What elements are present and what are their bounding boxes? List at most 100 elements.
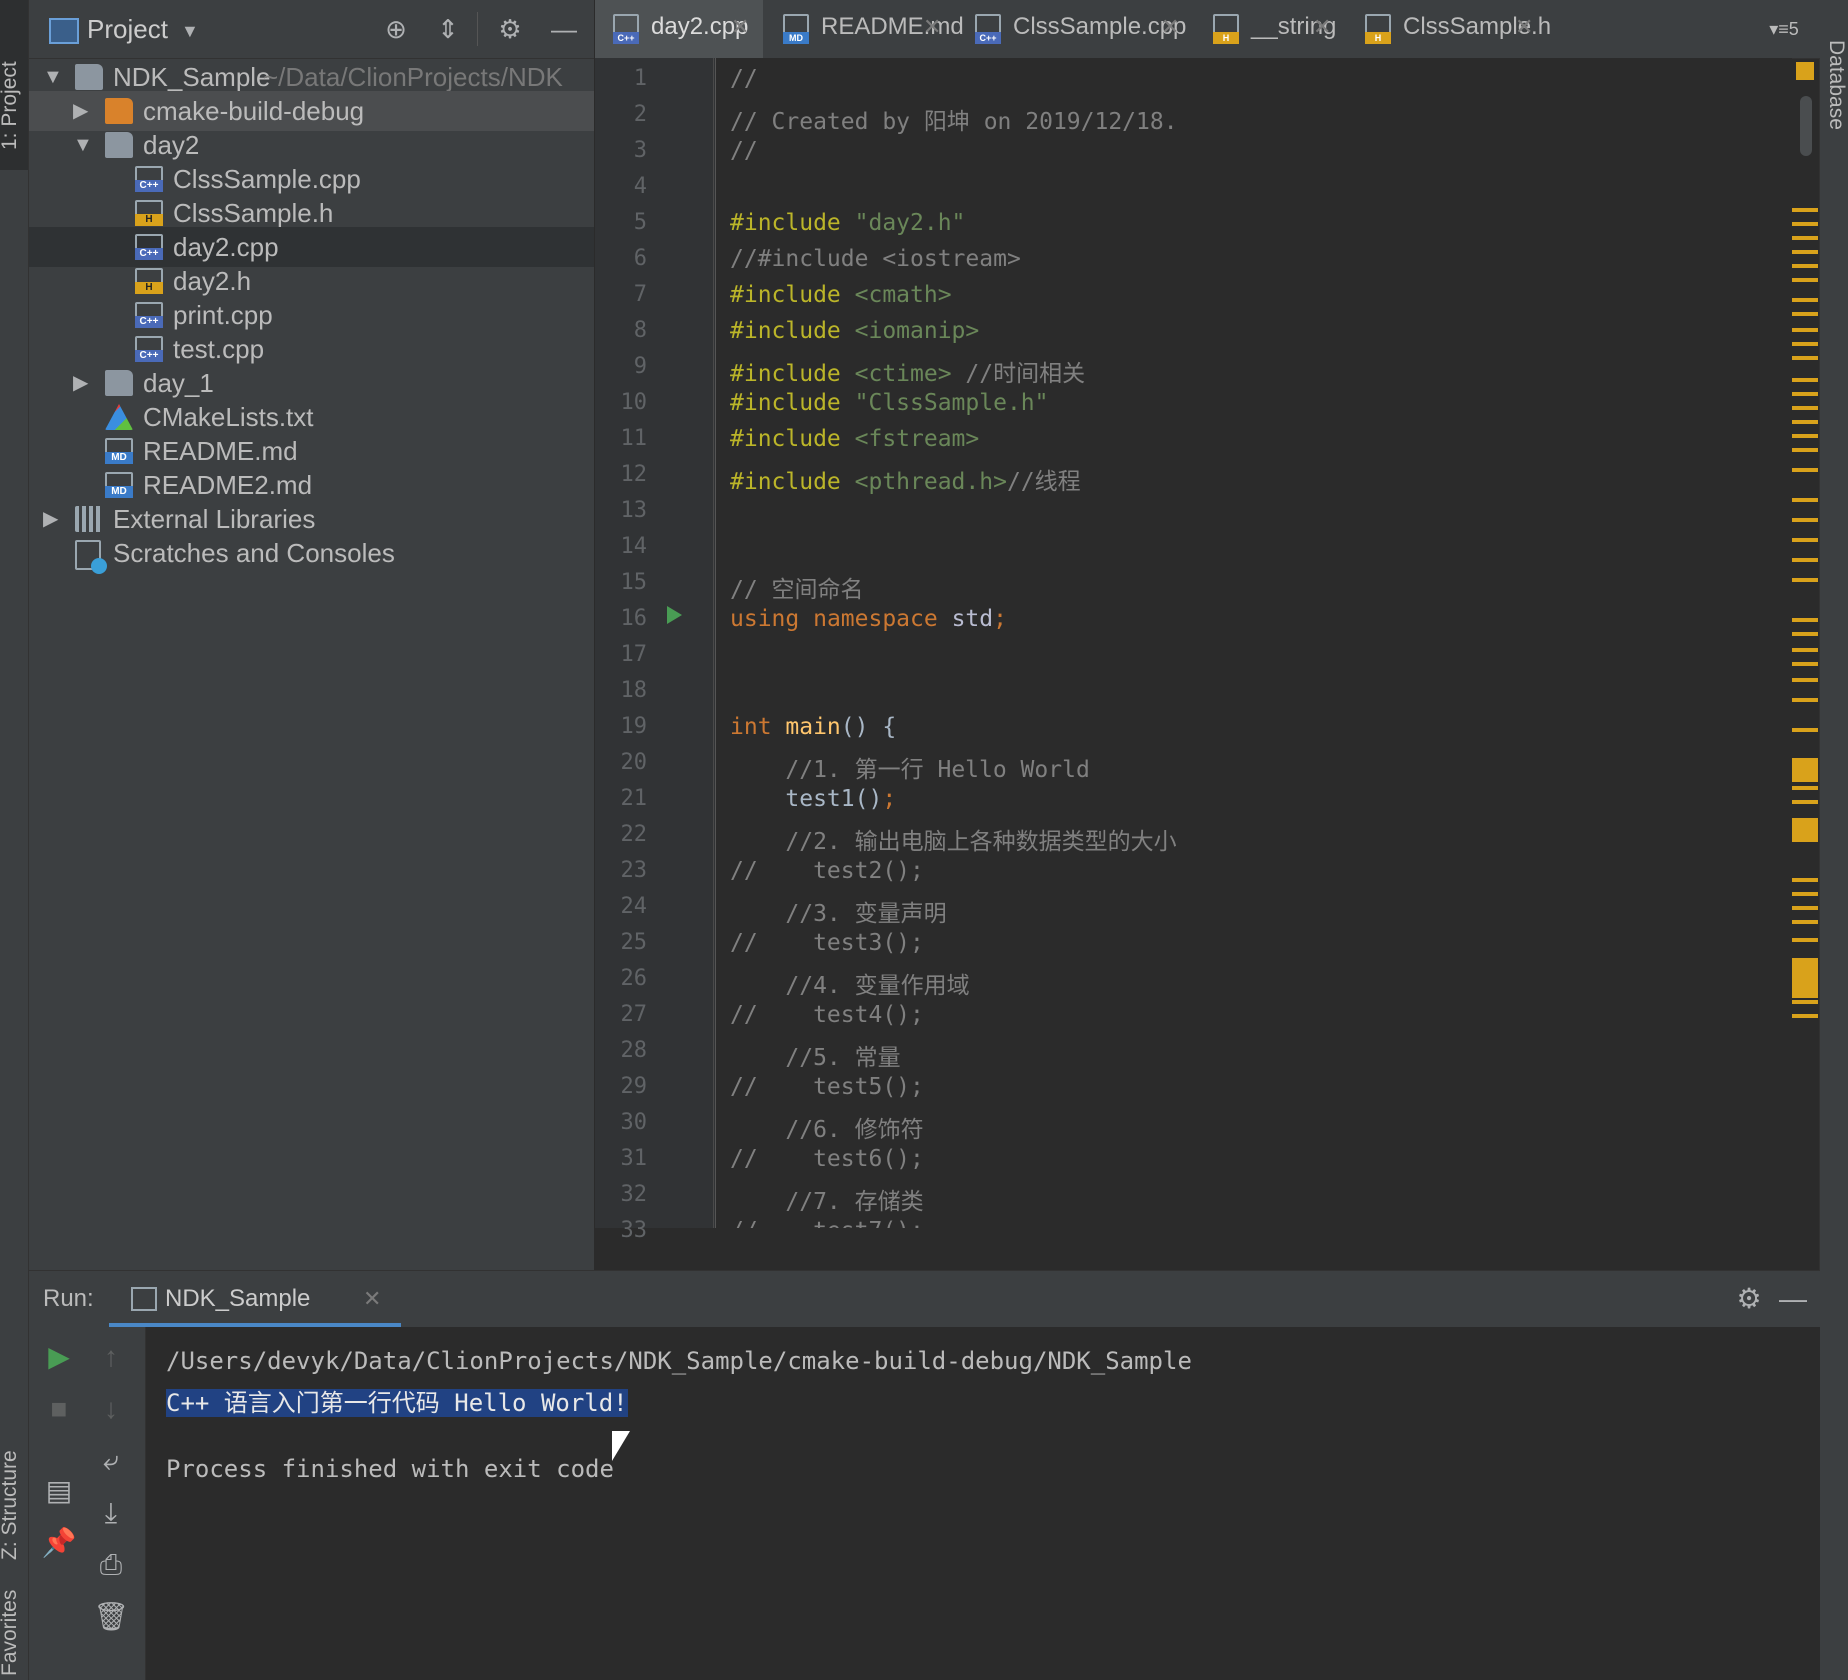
code-line[interactable]: test1(); [730, 786, 896, 812]
code-line[interactable]: #include <pthread.h>//线程 [730, 462, 1081, 496]
code-editor[interactable]: //// Created by 阳坤 on 2019/12/18.//#incl… [716, 58, 1792, 1228]
warning-mark[interactable] [1792, 892, 1818, 896]
warning-mark[interactable] [1792, 342, 1818, 346]
code-line[interactable]: // Created by 阳坤 on 2019/12/18. [730, 102, 1178, 136]
error-stripe[interactable] [1788, 58, 1818, 1228]
code-line[interactable]: #include "day2.h" [730, 210, 965, 236]
editor-tab[interactable]: MD README.md ✕ [765, 0, 964, 58]
warning-mark[interactable] [1792, 920, 1818, 924]
warning-mark[interactable] [1792, 328, 1818, 332]
warning-mark[interactable] [1792, 298, 1818, 302]
locate-icon[interactable]: ⊕ [381, 14, 411, 44]
warning-mark[interactable] [1792, 278, 1818, 282]
warning-mark[interactable] [1792, 250, 1818, 254]
warning-mark[interactable] [1792, 906, 1818, 910]
warning-mark[interactable] [1792, 222, 1818, 226]
code-line[interactable]: // test3(); [730, 930, 924, 956]
warning-mark[interactable] [1792, 538, 1818, 542]
layout-icon[interactable]: ▤ [39, 1471, 79, 1511]
favorites-tool-label[interactable]: Favorites [0, 1590, 22, 1676]
project-tool-tab[interactable]: 1: Project [0, 0, 28, 170]
warning-mark[interactable] [1792, 498, 1818, 502]
warning-mark[interactable] [1792, 1000, 1818, 1004]
scroll-thumb[interactable] [1800, 96, 1812, 156]
warning-mark[interactable] [1792, 406, 1818, 410]
warning-mark[interactable] [1792, 786, 1818, 790]
scroll-to-end-icon[interactable]: ⤓ [91, 1493, 131, 1533]
print-icon[interactable]: ⎙ [91, 1545, 131, 1585]
warning-mark[interactable] [1792, 468, 1818, 472]
code-line[interactable]: //2. 输出电脑上各种数据类型的大小 [730, 822, 1176, 856]
code-line[interactable]: #include <ctime> //时间相关 [730, 354, 1085, 388]
warning-mark[interactable] [1792, 578, 1818, 582]
soft-wrap-icon[interactable]: ⤶ [91, 1441, 131, 1481]
chevron-down-icon[interactable]: ▼ [181, 0, 199, 62]
run-console[interactable]: /Users/devyk/Data/ClionProjects/NDK_Samp… [146, 1327, 1820, 1680]
warning-mark[interactable] [1792, 958, 1818, 998]
warning-status-icon[interactable] [1796, 62, 1814, 80]
warning-mark[interactable] [1792, 236, 1818, 240]
pin-icon[interactable]: 📌 [39, 1523, 79, 1563]
arrow-up-icon[interactable]: ↑ [91, 1337, 131, 1377]
editor-tab[interactable]: H __string ✕ [1195, 0, 1345, 58]
code-line[interactable]: //5. 常量 [730, 1038, 900, 1072]
code-line[interactable]: //4. 变量作用域 [730, 966, 969, 1000]
code-line[interactable]: #include <iomanip> [730, 318, 979, 344]
code-line[interactable]: //7. 存储类 [730, 1182, 923, 1216]
code-line[interactable]: // test7(); [730, 1218, 924, 1228]
code-line[interactable]: using namespace std; [730, 606, 1007, 632]
warning-mark[interactable] [1792, 434, 1818, 438]
code-line[interactable]: // [730, 66, 758, 92]
code-line[interactable]: // test4(); [730, 1002, 924, 1028]
code-line[interactable]: // [730, 138, 758, 164]
code-line[interactable]: // test2(); [730, 858, 924, 884]
tab-overflow-button[interactable]: ▾≡5 [1748, 0, 1820, 58]
warning-mark[interactable] [1792, 818, 1818, 840]
close-icon[interactable]: ✕ [1161, 0, 1179, 54]
warning-mark[interactable] [1792, 264, 1818, 268]
close-icon[interactable]: ✕ [923, 0, 941, 54]
warning-mark[interactable] [1792, 518, 1818, 522]
gear-icon[interactable]: ⚙ [1729, 1279, 1769, 1319]
minimize-icon[interactable]: — [1773, 1279, 1813, 1319]
tree-item[interactable]: Scratches and Consoles [29, 533, 594, 574]
warning-mark[interactable] [1792, 392, 1818, 396]
warning-mark[interactable] [1792, 728, 1818, 732]
warning-mark[interactable] [1792, 420, 1818, 424]
run-gutter-icon[interactable] [667, 606, 682, 624]
collapse-all-icon[interactable]: ⇕ [433, 14, 463, 44]
code-line[interactable]: //#include <iostream> [730, 246, 1021, 272]
close-icon[interactable]: ✕ [363, 1271, 381, 1327]
warning-mark[interactable] [1792, 648, 1818, 652]
structure-tool-label[interactable]: Z: Structure [0, 1450, 22, 1560]
arrow-down-icon[interactable]: ↓ [91, 1389, 131, 1429]
code-line[interactable]: // test5(); [730, 1074, 924, 1100]
code-line[interactable]: #include "ClssSample.h" [730, 390, 1049, 416]
warning-mark[interactable] [1792, 618, 1818, 622]
stop-icon[interactable]: ■ [39, 1389, 79, 1429]
close-icon[interactable]: ✕ [1515, 0, 1533, 54]
warning-mark[interactable] [1792, 378, 1818, 382]
code-line[interactable]: //1. 第一行 Hello World [730, 750, 1089, 784]
trash-icon[interactable]: 🗑 [91, 1597, 131, 1637]
run-tab[interactable]: NDK_Sample ✕ [109, 1271, 401, 1327]
database-tool-label[interactable]: Database [1824, 40, 1848, 130]
close-icon[interactable]: ✕ [1313, 0, 1331, 54]
warning-mark[interactable] [1792, 662, 1818, 666]
code-line[interactable]: //6. 修饰符 [730, 1110, 923, 1144]
warning-mark[interactable] [1792, 938, 1818, 942]
rerun-icon[interactable]: ▶ [39, 1337, 79, 1377]
code-line[interactable]: #include <cmath> [730, 282, 952, 308]
warning-mark[interactable] [1792, 558, 1818, 562]
warning-mark[interactable] [1792, 448, 1818, 452]
editor-tab[interactable]: H ClssSample.h ✕ [1347, 0, 1551, 58]
gear-icon[interactable]: ⚙ [495, 14, 525, 44]
code-line[interactable]: #include <fstream> [730, 426, 979, 452]
code-line[interactable]: // 空间命名 [730, 570, 864, 604]
warning-mark[interactable] [1792, 758, 1818, 782]
code-line[interactable]: // test6(); [730, 1146, 924, 1172]
minimize-icon[interactable]: — [549, 14, 579, 44]
warning-mark[interactable] [1792, 356, 1818, 360]
warning-mark[interactable] [1792, 208, 1818, 212]
close-icon[interactable]: ✕ [731, 0, 749, 54]
